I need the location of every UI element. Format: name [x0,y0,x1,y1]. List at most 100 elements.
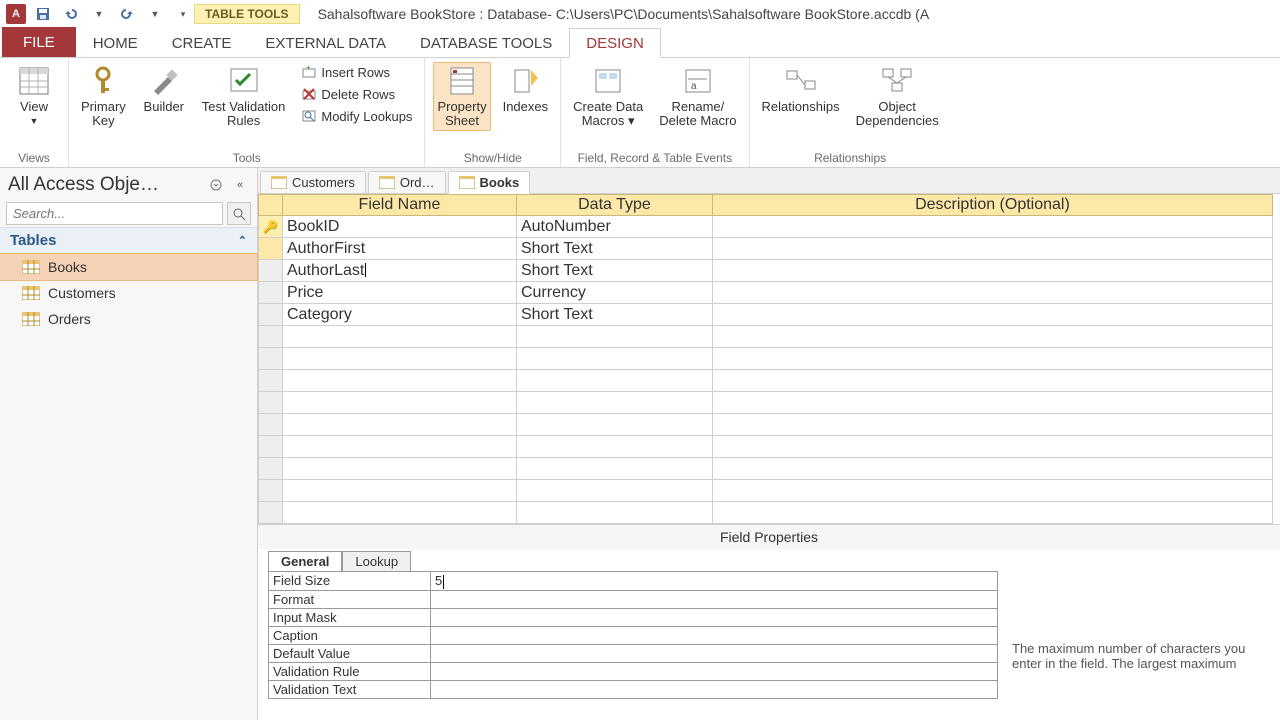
data-type-cell[interactable] [516,348,712,370]
data-type-cell[interactable]: Short Text [516,260,712,282]
select-all-cell[interactable] [259,195,283,216]
search-input[interactable] [6,202,223,225]
row-selector[interactable] [259,282,283,304]
row-selector[interactable]: 🔑 [259,216,283,238]
field-name-cell[interactable] [282,480,516,502]
field-name-cell[interactable] [282,326,516,348]
header-description[interactable]: Description (Optional) [712,195,1272,216]
tab-create[interactable]: CREATE [155,28,249,57]
delete-rows-button[interactable]: Delete Rows [297,84,416,104]
tab-file[interactable]: FILE [2,27,76,57]
primary-key-button[interactable]: Primary Key [77,62,130,131]
field-name-cell[interactable] [282,414,516,436]
row-selector[interactable] [259,238,283,260]
view-button[interactable]: View ▼ [8,62,60,128]
qat-customize[interactable]: ▾ [172,3,194,25]
property-sheet-button[interactable]: Property Sheet [433,62,490,131]
redo-button[interactable] [116,3,138,25]
data-type-cell[interactable]: Short Text [516,238,712,260]
description-cell[interactable] [712,370,1272,392]
indexes-button[interactable]: Indexes [499,62,553,116]
description-cell[interactable] [712,436,1272,458]
nav-title[interactable]: All Access Obje… [8,174,201,196]
builder-button[interactable]: Builder [138,62,190,116]
row-selector[interactable] [259,392,283,414]
insert-rows-button[interactable]: + Insert Rows [297,62,416,82]
description-cell[interactable] [712,348,1272,370]
description-cell[interactable] [712,304,1272,326]
nav-item-customers[interactable]: Customers [0,280,257,306]
tab-lookup[interactable]: Lookup [342,551,411,571]
nav-group-tables[interactable]: Tables ⌃ [0,227,257,254]
description-cell[interactable] [712,282,1272,304]
prop-value[interactable] [431,590,998,608]
doc-tab-customers[interactable]: Customers [260,171,366,193]
nav-collapse-button[interactable]: « [231,176,249,194]
description-cell[interactable] [712,458,1272,480]
nav-dropdown-icon[interactable] [207,176,225,194]
field-name-cell[interactable] [282,370,516,392]
test-validation-button[interactable]: Test Validation Rules [198,62,290,131]
description-cell[interactable] [712,326,1272,348]
modify-lookups-button[interactable]: Modify Lookups [297,106,416,126]
create-data-macros-button[interactable]: Create Data Macros ▾ [569,62,647,131]
data-type-cell[interactable] [516,392,712,414]
prop-value[interactable] [431,626,998,644]
tab-external-data[interactable]: EXTERNAL DATA [248,28,403,57]
data-type-cell[interactable]: Currency [516,282,712,304]
tab-design[interactable]: DESIGN [569,28,661,58]
redo-dropdown[interactable]: ▼ [144,3,166,25]
nav-item-books[interactable]: Books [0,254,257,280]
field-name-cell[interactable]: AuthorLast [282,260,516,282]
prop-value[interactable]: 5 [431,572,998,591]
object-dependencies-button[interactable]: Object Dependencies [852,62,943,131]
row-selector[interactable] [259,370,283,392]
prop-value[interactable] [431,680,998,698]
save-button[interactable] [32,3,54,25]
data-type-cell[interactable] [516,436,712,458]
row-selector[interactable] [259,436,283,458]
undo-button[interactable] [60,3,82,25]
row-selector[interactable] [259,304,283,326]
search-button[interactable] [227,202,251,225]
field-name-cell[interactable]: AuthorFirst [282,238,516,260]
row-selector[interactable] [259,480,283,502]
relationships-button[interactable]: Relationships [758,62,844,116]
field-name-cell[interactable] [282,436,516,458]
row-selector[interactable] [259,326,283,348]
data-type-cell[interactable] [516,458,712,480]
data-type-cell[interactable]: Short Text [516,304,712,326]
rename-delete-macro-button[interactable]: a Rename/ Delete Macro [655,62,740,131]
field-name-cell[interactable] [282,348,516,370]
description-cell[interactable] [712,238,1272,260]
prop-value[interactable] [431,608,998,626]
undo-dropdown[interactable]: ▼ [88,3,110,25]
nav-item-orders[interactable]: Orders [0,306,257,332]
description-cell[interactable] [712,414,1272,436]
tab-database-tools[interactable]: DATABASE TOOLS [403,28,569,57]
description-cell[interactable] [712,392,1272,414]
prop-value[interactable] [431,662,998,680]
row-selector[interactable] [259,260,283,282]
data-type-cell[interactable] [516,502,712,524]
description-cell[interactable] [712,502,1272,524]
header-data-type[interactable]: Data Type [516,195,712,216]
data-type-cell[interactable] [516,480,712,502]
doc-tab-ord[interactable]: Ord… [368,171,446,193]
data-type-cell[interactable] [516,370,712,392]
tab-general[interactable]: General [268,551,342,571]
description-cell[interactable] [712,260,1272,282]
row-selector[interactable] [259,458,283,480]
field-name-cell[interactable] [282,458,516,480]
prop-value[interactable] [431,644,998,662]
field-name-cell[interactable]: BookID [282,216,516,238]
data-type-cell[interactable] [516,326,712,348]
row-selector[interactable] [259,414,283,436]
tab-home[interactable]: HOME [76,28,155,57]
field-name-cell[interactable] [282,502,516,524]
field-name-cell[interactable]: Category [282,304,516,326]
field-name-cell[interactable] [282,392,516,414]
description-cell[interactable] [712,216,1272,238]
doc-tab-books[interactable]: Books [448,171,531,194]
data-type-cell[interactable]: AutoNumber [516,216,712,238]
